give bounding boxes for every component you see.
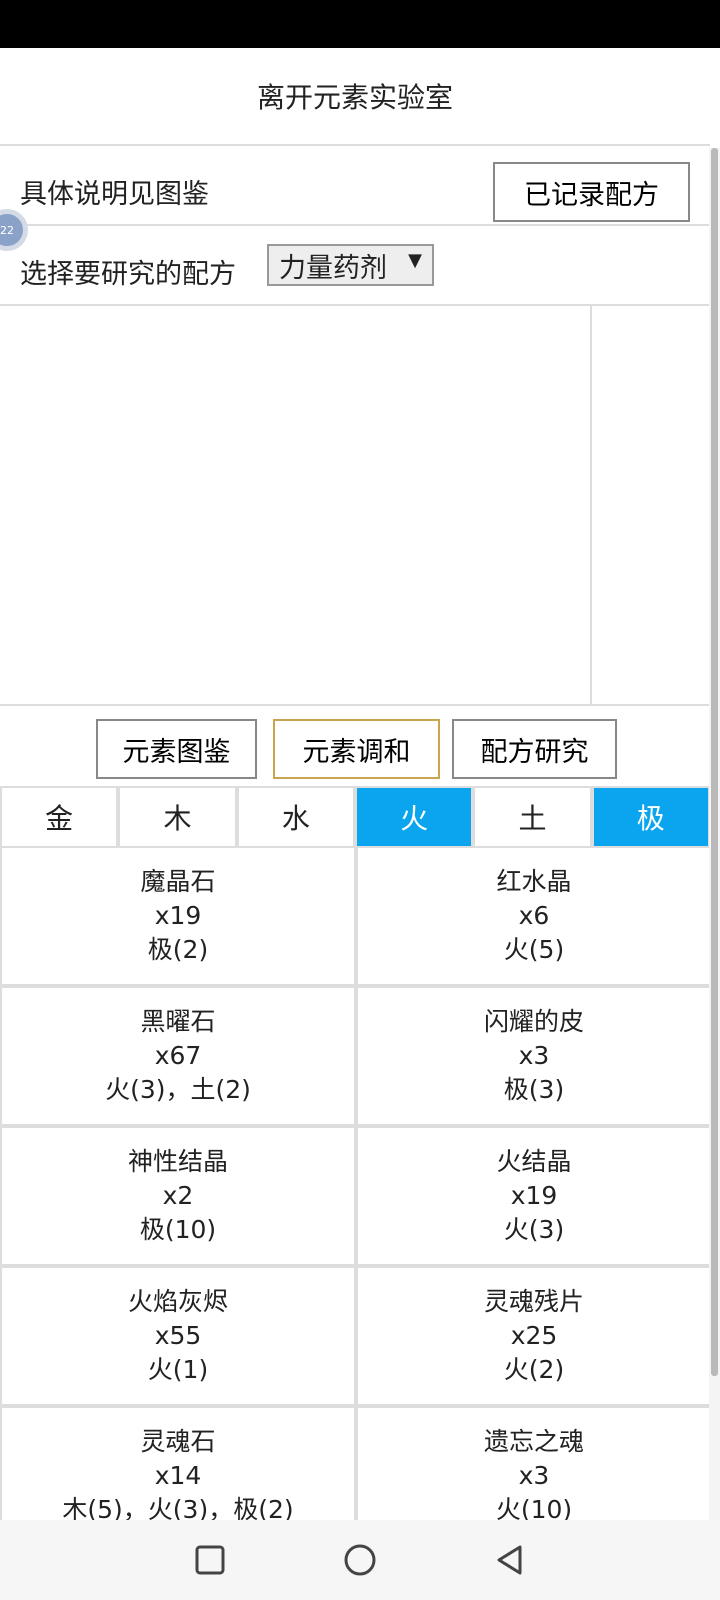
recipe-dropdown-value: 力量药剂	[279, 252, 387, 284]
circle-icon[interactable]	[340, 1540, 380, 1580]
material-elements: 极(2)	[147, 935, 209, 964]
recipe-select-label: 选择要研究的配方	[20, 259, 236, 290]
material-cell[interactable]: 黑曜石 x67 火(3)，土(2)	[2, 988, 354, 1124]
material-name: 火焰灰烬	[127, 1287, 228, 1316]
material-name: 闪耀的皮	[483, 1007, 584, 1036]
material-name: 黑曜石	[140, 1007, 216, 1036]
material-elements: 木(5)，火(3)，极(2)	[62, 1495, 294, 1520]
material-elements: 火(2)	[503, 1355, 565, 1384]
material-name: 火结晶	[496, 1147, 572, 1176]
leave-lab-button[interactable]: 离开元素实验室	[0, 48, 710, 146]
material-cell[interactable]: 魔晶石 x19 极(2)	[2, 848, 354, 984]
mode-tab-element-blend[interactable]: 元素调和	[273, 719, 440, 779]
material-cell[interactable]: 灵魂残片 x25 火(2)	[358, 1268, 710, 1404]
material-count: x19	[510, 1181, 558, 1210]
square-icon[interactable]	[190, 1540, 230, 1580]
material-name: 红水晶	[496, 867, 572, 896]
material-cell[interactable]: 闪耀的皮 x3 极(3)	[358, 988, 710, 1124]
back-triangle-icon[interactable]	[490, 1540, 530, 1580]
material-cell[interactable]: 红水晶 x6 火(5)	[358, 848, 710, 984]
material-count: x6	[518, 901, 550, 930]
info-text: 具体说明见图鉴	[20, 179, 209, 210]
material-cell[interactable]: 神性结晶 x2 极(10)	[2, 1128, 354, 1264]
recipe-select-row: 选择要研究的配方 力量药剂 ▼	[0, 228, 710, 306]
material-name: 灵魂石	[140, 1427, 216, 1456]
material-name: 灵魂残片	[483, 1287, 584, 1316]
recipe-dropdown[interactable]: 力量药剂 ▼	[267, 244, 434, 286]
material-count: x25	[510, 1321, 558, 1350]
material-cell[interactable]: 遗忘之魂 x3 火(10)	[358, 1408, 710, 1520]
material-count: x67	[154, 1041, 202, 1070]
material-elements: 火(1)	[147, 1355, 209, 1384]
page-scrollbar-thumb[interactable]	[711, 148, 718, 1376]
material-cell[interactable]: 灵魂石 x14 木(5)，火(3)，极(2)	[2, 1408, 354, 1520]
materials-grid: 魔晶石 x19 极(2) 红水晶 x6 火(5) 黑曜石 x67 火(3)，土(2) 闪耀的皮 x3…	[0, 848, 710, 1520]
material-elements: 极(3)	[503, 1075, 565, 1104]
material-elements: 极(10)	[139, 1215, 217, 1244]
status-bar	[0, 0, 720, 48]
dropdown-arrow-icon: ▼	[408, 250, 422, 271]
info-row: 具体说明见图鉴 已记录配方	[0, 148, 710, 226]
recorded-recipes-button[interactable]: 已记录配方	[493, 162, 690, 222]
material-name: 神性结晶	[127, 1147, 228, 1176]
mode-tab-element-guide[interactable]: 元素图鉴	[96, 719, 257, 779]
material-name: 魔晶石	[140, 867, 216, 896]
material-cell[interactable]: 火焰灰烬 x55 火(1)	[2, 1268, 354, 1404]
element-tab[interactable]: 火	[356, 788, 472, 846]
material-name: 遗忘之魂	[483, 1427, 584, 1456]
material-count: x55	[154, 1321, 202, 1350]
material-count: x3	[518, 1041, 550, 1070]
material-cell[interactable]: 火结晶 x19 火(3)	[358, 1128, 710, 1264]
element-tab[interactable]: 极	[593, 788, 708, 846]
element-filter-tabs: 金木水火土极	[0, 786, 710, 848]
material-count: x19	[154, 901, 202, 930]
page-scrollbar[interactable]	[709, 148, 720, 1520]
material-elements: 火(5)	[503, 935, 565, 964]
result-area-divider	[590, 306, 592, 706]
material-elements: 火(3)	[503, 1215, 565, 1244]
material-count: x3	[518, 1461, 550, 1490]
result-area	[0, 306, 710, 706]
material-elements: 火(10)	[495, 1495, 573, 1520]
element-tab[interactable]: 木	[120, 788, 235, 846]
material-count: x14	[154, 1461, 202, 1490]
system-nav-bar	[0, 1520, 720, 1600]
element-tab[interactable]: 土	[475, 788, 590, 846]
material-elements: 火(3)，土(2)	[105, 1075, 251, 1104]
mode-tabs: 元素图鉴 元素调和 配方研究	[0, 706, 710, 786]
element-tab[interactable]: 金	[2, 788, 117, 846]
mode-tab-recipe-research[interactable]: 配方研究	[452, 719, 617, 779]
material-count: x2	[162, 1181, 194, 1210]
element-tab[interactable]: 水	[238, 788, 353, 846]
